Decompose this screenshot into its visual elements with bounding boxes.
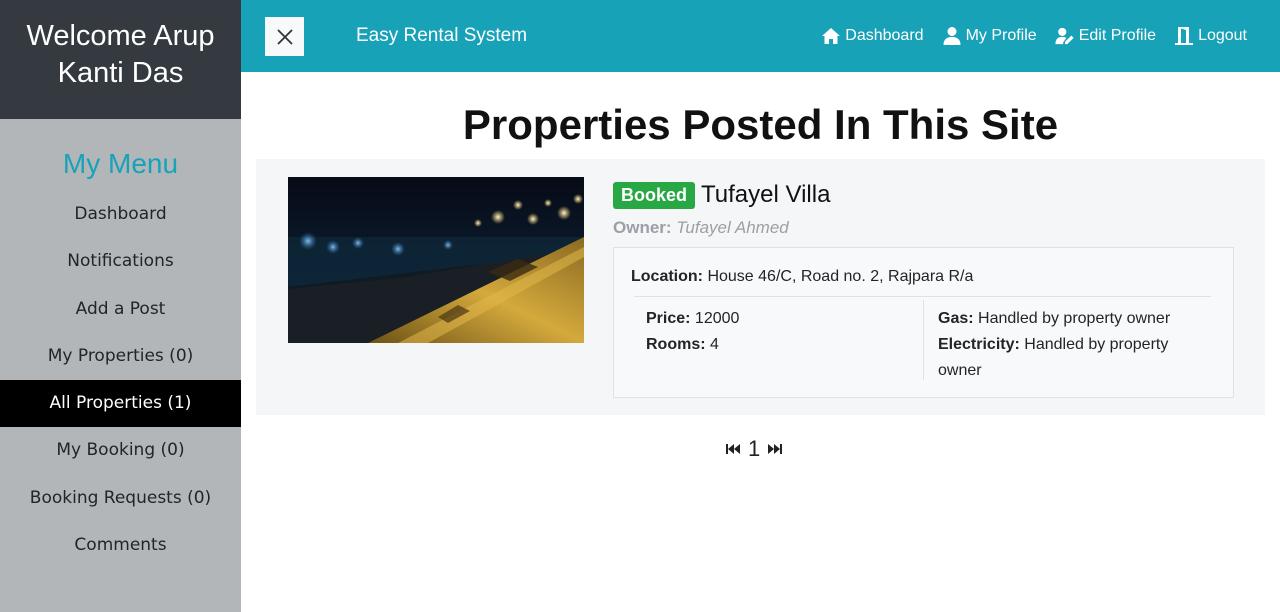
listing-title-row: Booked Tufayel Villa [613, 181, 830, 209]
location-row: Location: House 46/C, Road no. 2, Rajpar… [631, 268, 973, 286]
property-photo [288, 177, 584, 343]
home-icon [822, 28, 841, 44]
electricity-label: Electricity: [938, 336, 1020, 353]
user-icon [943, 27, 961, 45]
menu-title: My Menu [62, 148, 179, 179]
topbar: Easy Rental System Dashboard My Profile … [241, 0, 1280, 72]
rooms-label: Rooms: [646, 336, 706, 353]
close-sidebar-button[interactable] [265, 17, 304, 56]
welcome-text: Welcome Arup Kanti Das [26, 20, 215, 89]
sidebar-item-all-properties[interactable]: All Properties (1) [0, 380, 241, 428]
price-label: Price: [646, 310, 691, 327]
nav-my-profile-link[interactable]: My Profile [942, 26, 1037, 46]
skip-back-icon [726, 444, 740, 454]
owner-row: Owner: Tufayel Ahmed [613, 218, 789, 238]
details-right-column: Gas: Handled by property owner Electrici… [938, 306, 1208, 384]
rooms-row: Rooms: 4 [646, 332, 739, 358]
sidebar-item-notifications[interactable]: Notifications [0, 238, 241, 285]
details-divider [634, 296, 1211, 297]
owner-label: Owner: [613, 218, 672, 237]
sidebar-item-comments[interactable]: Comments [0, 522, 241, 569]
skip-forward-icon [768, 444, 783, 454]
brand-title[interactable]: Easy Rental System [356, 0, 527, 72]
nav-dashboard-label: Dashboard [845, 27, 924, 44]
gas-row: Gas: Handled by property owner [938, 306, 1208, 332]
property-details: Location: House 46/C, Road no. 2, Rajpar… [613, 247, 1234, 398]
page-number-current[interactable]: 1 [748, 436, 760, 462]
property-image[interactable] [288, 177, 584, 343]
details-column-divider [923, 300, 924, 380]
price-row: Price: 12000 [646, 306, 739, 332]
location-value: House 46/C, Road no. 2, Rajpara R/a [707, 268, 974, 285]
sidebar-item-dashboard[interactable]: Dashboard [0, 191, 241, 238]
gas-label: Gas: [938, 310, 974, 327]
nav-logout-label: Logout [1198, 27, 1247, 44]
location-label: Location: [631, 268, 703, 285]
sidebar-item-my-properties[interactable]: My Properties (0) [0, 333, 241, 380]
last-page-button[interactable] [766, 440, 784, 458]
gas-value: Handled by property owner [978, 310, 1171, 327]
close-icon [276, 28, 293, 45]
property-card: Booked Tufayel Villa Owner: Tufayel Ahme… [256, 159, 1265, 415]
owner-name: Tufayel Ahmed [676, 218, 789, 237]
user-edit-icon [1055, 27, 1074, 45]
sidebar-menu: Dashboard Notifications Add a Post My Pr… [0, 191, 241, 569]
top-nav: Dashboard My Profile Edit Profile Logout [821, 0, 1247, 72]
rooms-value: 4 [710, 336, 719, 353]
nav-logout-link[interactable]: Logout [1174, 26, 1247, 46]
pagination: 1 [724, 436, 784, 462]
price-value: 12000 [694, 310, 740, 327]
sidebar: Welcome Arup Kanti Das My Menu Dashboard… [0, 0, 241, 612]
property-name[interactable]: Tufayel Villa [701, 181, 830, 209]
status-badge: Booked [613, 181, 696, 209]
welcome-header: Welcome Arup Kanti Das [0, 0, 241, 119]
sidebar-item-add-post[interactable]: Add a Post [0, 286, 241, 333]
sidebar-item-my-booking[interactable]: My Booking (0) [0, 427, 241, 474]
nav-dashboard-link[interactable]: Dashboard [821, 26, 924, 46]
nav-edit-profile-link[interactable]: Edit Profile [1055, 26, 1156, 46]
sidebar-item-booking-requests[interactable]: Booking Requests (0) [0, 475, 241, 522]
page-title: Properties Posted In This Site [462, 101, 1059, 148]
nav-edit-profile-label: Edit Profile [1078, 27, 1157, 44]
first-page-button[interactable] [724, 440, 742, 458]
electricity-row: Electricity: Handled by property owner [938, 332, 1208, 384]
details-left-column: Price: 12000 Rooms: 4 [646, 306, 739, 358]
nav-my-profile-label: My Profile [965, 27, 1037, 44]
door-exit-icon [1175, 27, 1194, 45]
